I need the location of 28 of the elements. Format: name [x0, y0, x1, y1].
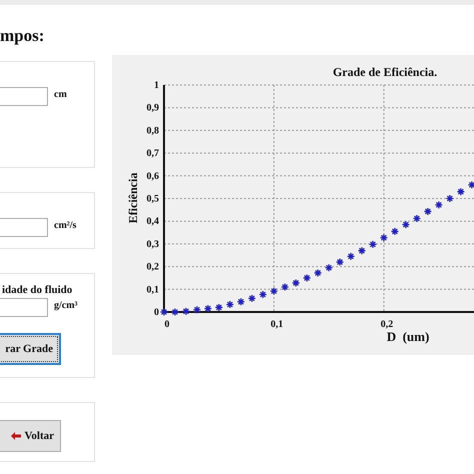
y-tick-label: 0,2	[146, 262, 159, 273]
unit-label: g/cm³	[54, 299, 78, 311]
y-tick-label: 0,8	[146, 125, 159, 136]
back-button[interactable]: Voltar	[0, 420, 61, 452]
x-tick-label: 0,2	[380, 319, 394, 330]
y-tick-label: 0,9	[146, 102, 159, 114]
y-tick-label: 0,5	[146, 194, 159, 204]
y-tick-label: 1	[154, 80, 159, 91]
x-tick-label: 0	[164, 319, 170, 330]
input-field[interactable]	[0, 87, 48, 106]
x-tick-label: 0,1	[270, 319, 284, 330]
section-heading: mpos:	[0, 25, 46, 47]
y-tick-label: 0,3	[146, 238, 159, 250]
arrow-icon	[11, 432, 22, 440]
y-tick-label: 0,6	[146, 170, 159, 182]
chart-title: Grade de Eficiência.	[332, 65, 438, 79]
action-button[interactable]: rar Grade	[0, 333, 61, 365]
input-field[interactable]	[0, 298, 48, 317]
y-axis-label: Eficiência	[126, 172, 140, 224]
y-tick-label: 0	[154, 307, 159, 318]
y-tick-label: 0,7	[146, 148, 159, 160]
input-field[interactable]	[0, 218, 48, 237]
y-tick-label: 0,1	[146, 284, 159, 296]
unit-label: cm	[54, 88, 67, 100]
unit-label: cm²/s	[54, 219, 76, 231]
y-tick-label: 0,4	[146, 216, 159, 228]
field-label: idade do fluido	[2, 284, 74, 298]
x-axis-label: D (um)	[386, 329, 430, 344]
